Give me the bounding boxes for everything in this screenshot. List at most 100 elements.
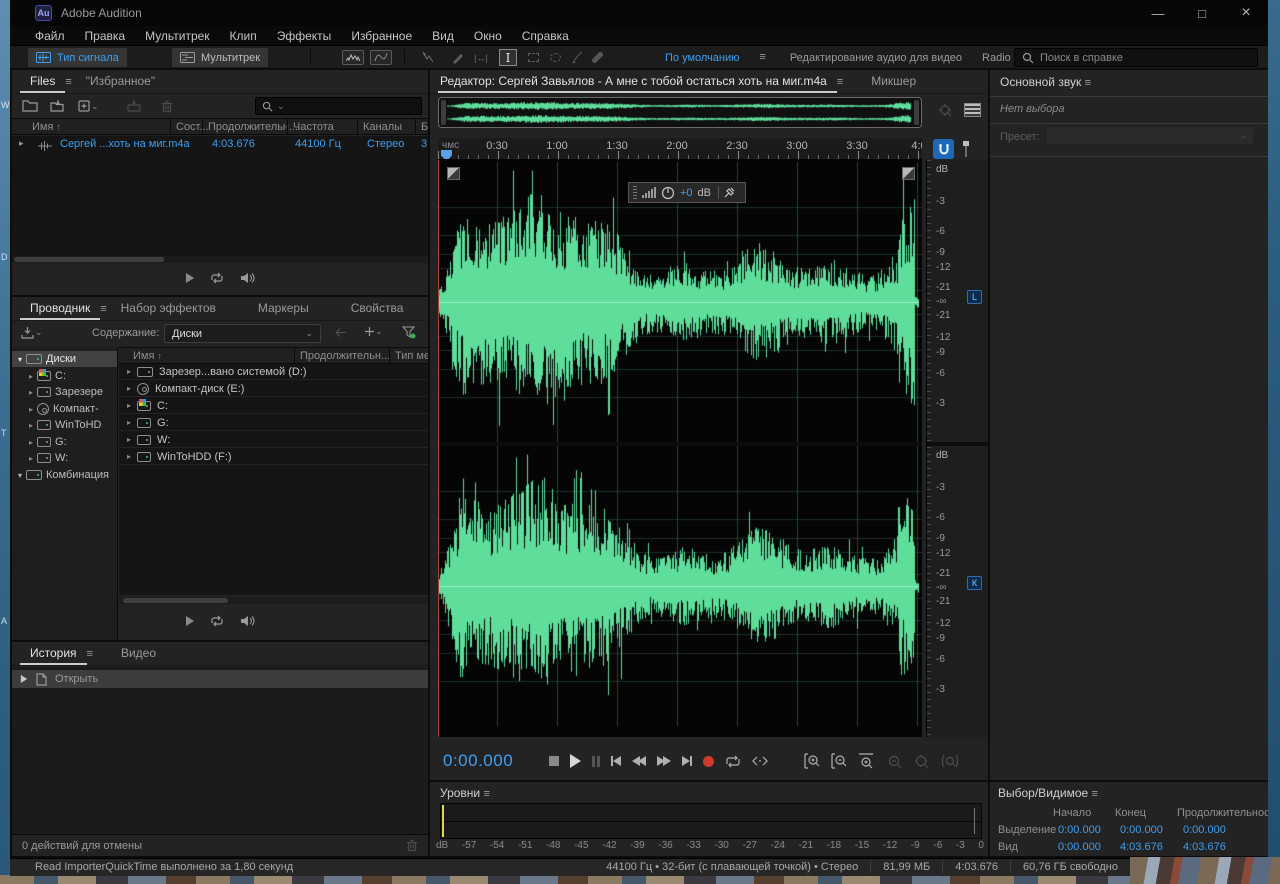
essential-panel-menu-icon[interactable]: ≡ — [1085, 73, 1095, 94]
move-tool[interactable] — [418, 49, 436, 66]
tab-favorites[interactable]: "Избранное" — [76, 70, 165, 93]
marker-pin-icon[interactable] — [960, 140, 972, 158]
drive-row-f[interactable]: ▸ WinToHDD (F:) — [119, 449, 428, 465]
paintbrush-tool[interactable] — [567, 49, 585, 66]
tab-markers[interactable]: Маркеры — [248, 297, 319, 320]
chevron-down-icon[interactable]: ▾ — [18, 355, 22, 364]
rewind-button[interactable] — [632, 756, 646, 766]
fade-in-handle[interactable] — [447, 167, 460, 180]
waveform-channel-right-canvas[interactable] — [438, 446, 922, 726]
col-type[interactable]: Тип мед — [395, 350, 428, 362]
tab-effects-rack[interactable]: Набор эффектов — [111, 297, 226, 320]
history-entry-open[interactable]: Открыть — [12, 670, 428, 688]
selection-panel-menu-icon[interactable]: ≡ — [1092, 784, 1102, 805]
multitrack-view-button[interactable]: Мультитрек — [172, 48, 268, 67]
selection-end-value[interactable]: 0:00.000 — [1120, 824, 1163, 836]
zoom-in-time-button[interactable] — [858, 753, 875, 769]
hud-pin-icon[interactable] — [724, 187, 735, 198]
skip-selection-button[interactable] — [752, 755, 768, 767]
tree-item-cdrom[interactable]: ▸ Компакт- — [12, 401, 117, 417]
view-start-value[interactable]: 0:00.000 — [1058, 841, 1101, 853]
workspace-audio-for-video[interactable]: Редактирование аудио для видео — [790, 52, 962, 64]
loop-playback-button[interactable] — [725, 755, 741, 768]
preview-play-icon[interactable] — [186, 616, 194, 626]
zoom-in-amplitude-button[interactable] — [804, 753, 820, 769]
play-button[interactable] — [570, 754, 581, 768]
tree-item-c[interactable]: ▸ C: — [12, 368, 117, 384]
spot-healing-tool[interactable] — [588, 49, 606, 66]
waveform-display[interactable] — [438, 160, 922, 737]
tab-video[interactable]: Видео — [111, 642, 166, 665]
col-duration[interactable]: Продолжительн... — [208, 121, 298, 133]
fade-out-handle[interactable] — [902, 167, 915, 180]
col-name[interactable]: Имя ↑ — [133, 350, 162, 362]
chevron-down-icon[interactable]: ▾ — [18, 471, 22, 480]
chevron-right-icon[interactable]: ▸ — [127, 452, 131, 461]
skip-to-start-button[interactable] — [611, 756, 621, 766]
workspace-default[interactable]: По умолчанию — [665, 52, 739, 64]
drive-row-c[interactable]: ▸ C: — [119, 398, 428, 414]
drive-row-w[interactable]: ▸ W: — [119, 432, 428, 448]
channels-list-icon[interactable] — [964, 103, 981, 117]
drive-row-g[interactable]: ▸ G: — [119, 415, 428, 431]
spectral-display-toggle[interactable] — [370, 50, 392, 65]
selection-start-value[interactable]: 0:00.000 — [1058, 824, 1101, 836]
slip-tool[interactable]: |↔| — [472, 49, 490, 66]
preview-play-icon[interactable] — [186, 273, 194, 283]
tab-files[interactable]: Files — [20, 70, 65, 93]
col-duration[interactable]: Продолжительн... — [300, 350, 390, 362]
files-horizontal-scrollbar[interactable] — [12, 256, 428, 263]
tab-editor[interactable]: Редактор: Сергей Завьялов - А мне с тобо… — [438, 70, 837, 93]
view-duration-value[interactable]: 4:03.676 — [1183, 841, 1226, 853]
playhead-line[interactable] — [438, 160, 439, 737]
menu-window[interactable]: Окно — [464, 29, 512, 43]
tab-history[interactable]: История — [20, 642, 87, 665]
overview-waveform-canvas[interactable] — [445, 99, 915, 126]
chevron-right-icon[interactable]: ▸ — [29, 372, 33, 381]
stop-button[interactable] — [549, 756, 559, 766]
col-rate[interactable]: Частота — [293, 121, 334, 133]
left-channel-badge[interactable]: L — [967, 290, 982, 304]
chevron-right-icon[interactable]: ▸ — [29, 438, 33, 447]
tree-item-drives[interactable]: ▾ Диски — [12, 351, 117, 367]
tab-media-browser[interactable]: Проводник — [20, 297, 100, 320]
col-name[interactable]: Имя ↑ — [32, 121, 61, 133]
import-file-icon[interactable] — [50, 100, 66, 112]
expand-row-icon[interactable]: ▸ — [19, 138, 24, 149]
timeline-ruler[interactable]: чмс 0:30 1:00 1:30 2:00 2:30 3:00 3:30 4… — [438, 138, 922, 160]
files-search-input[interactable]: ⌄ — [255, 97, 422, 115]
chevron-right-icon[interactable]: ▸ — [29, 388, 33, 397]
menu-file[interactable]: Файл — [25, 29, 75, 43]
browser-panel-menu-icon[interactable]: ≡ — [100, 299, 110, 320]
menu-clip[interactable]: Клип — [220, 29, 267, 43]
menu-multitrack[interactable]: Мультитрек — [135, 29, 219, 43]
playhead-time-display[interactable]: 0:00.000 — [443, 751, 513, 771]
auto-play-speaker-icon[interactable] — [240, 272, 255, 284]
menu-favorites[interactable]: Избранное — [341, 29, 422, 43]
auto-play-speaker-icon[interactable] — [240, 615, 255, 627]
history-panel-menu-icon[interactable]: ≡ — [87, 644, 97, 665]
files-panel-menu-icon[interactable]: ≡ — [65, 72, 75, 93]
chevron-right-icon[interactable]: ▸ — [127, 367, 131, 376]
marquee-selection-tool[interactable] — [524, 49, 542, 66]
zoom-out-amplitude-button[interactable] — [831, 753, 847, 769]
close-button[interactable]: × — [1224, 4, 1268, 22]
open-file-icon[interactable] — [22, 100, 38, 112]
volume-hud[interactable]: +0 dB — [628, 182, 746, 203]
right-channel-badge[interactable]: К — [967, 576, 982, 590]
chevron-right-icon[interactable]: ▸ — [127, 418, 131, 427]
waveform-channel-left-canvas[interactable] — [438, 162, 922, 442]
menu-effects[interactable]: Эффекты — [267, 29, 342, 43]
selection-duration-value[interactable]: 0:00.000 — [1183, 824, 1226, 836]
time-selection-tool[interactable]: I — [499, 49, 517, 66]
tab-properties[interactable]: Свойства — [341, 297, 414, 320]
view-end-value[interactable]: 4:03.676 — [1120, 841, 1163, 853]
col-bits[interactable]: Би — [421, 121, 428, 133]
razor-tool[interactable] — [448, 49, 466, 66]
menu-view[interactable]: Вид — [422, 29, 464, 43]
file-row[interactable]: ▸ Сергей ...хоть на миг.m4a 4:03.676 441… — [12, 138, 428, 155]
fast-forward-button[interactable] — [657, 756, 671, 766]
minimize-button[interactable]: — — [1136, 6, 1180, 21]
snap-magnet-button[interactable] — [933, 139, 954, 159]
gain-knob-icon[interactable] — [661, 186, 675, 200]
